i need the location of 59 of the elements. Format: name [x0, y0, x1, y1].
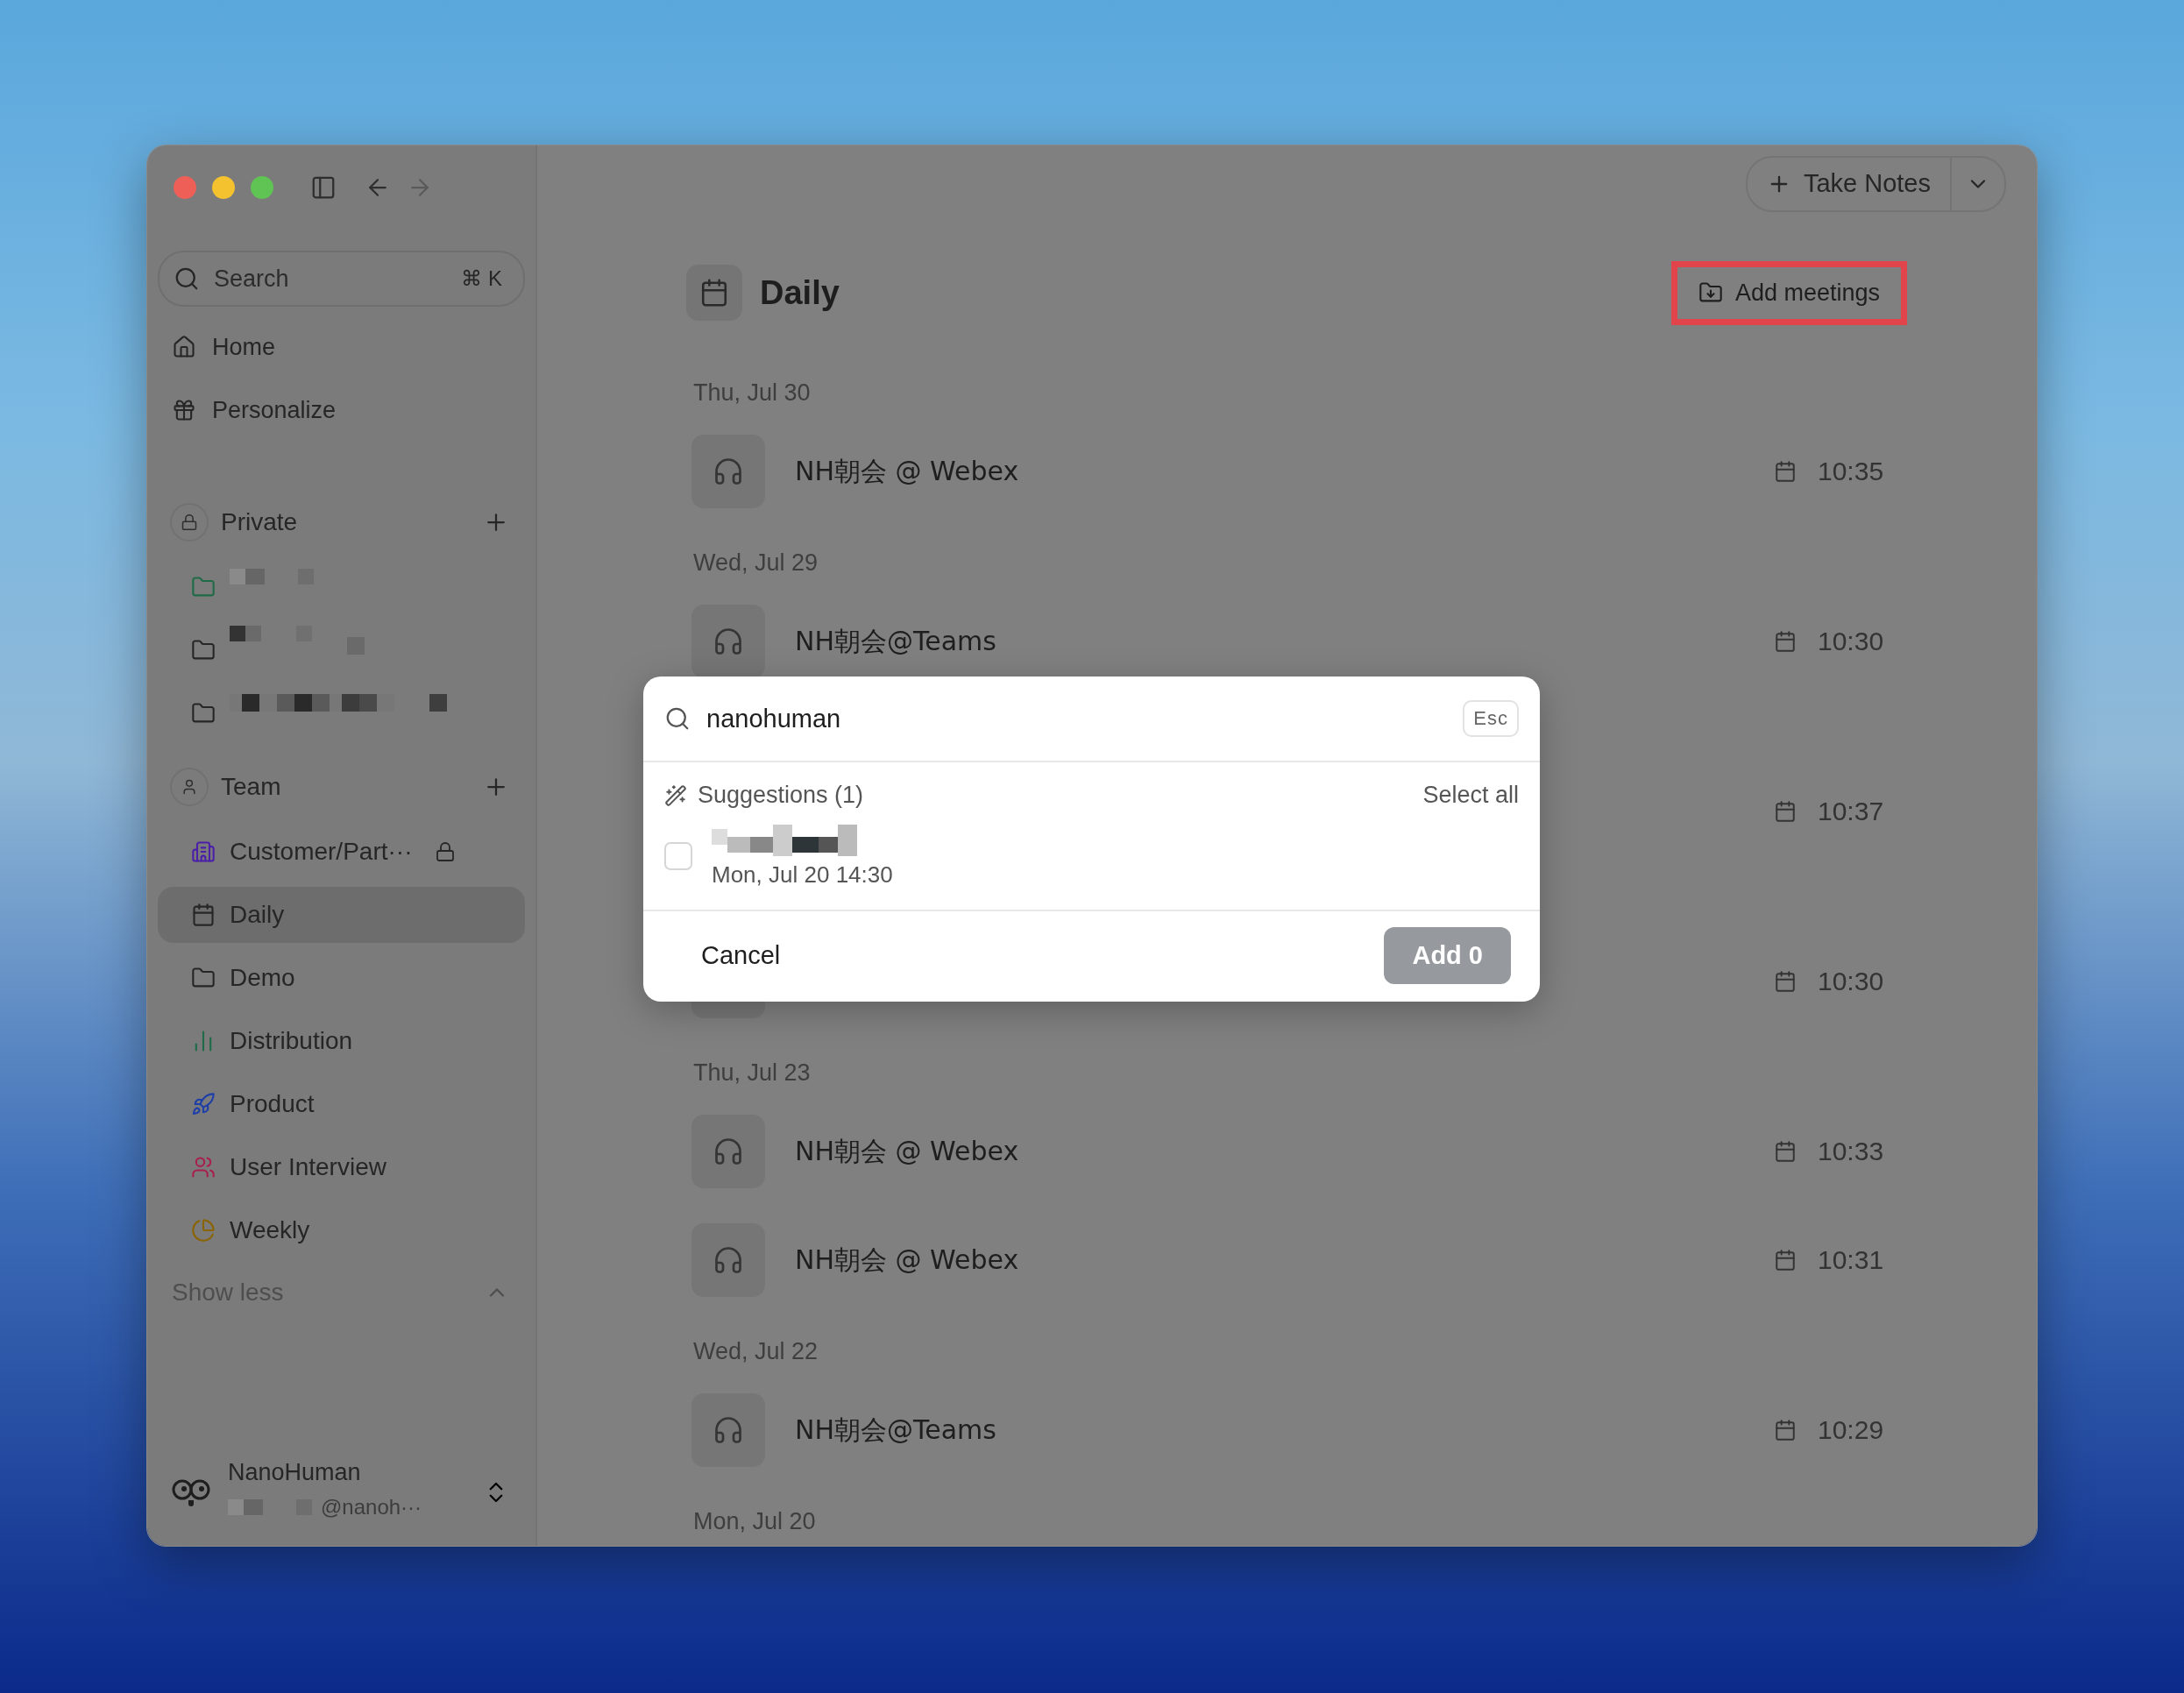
meeting-row[interactable]: NH朝会 @ Webex 10:31 — [686, 1206, 1888, 1314]
sidebar-item[interactable]: Customer/Part··· — [158, 824, 525, 880]
user-handle: @nanoh··· — [321, 1495, 422, 1519]
sidebar-item[interactable]: Distribution — [158, 1013, 525, 1069]
esc-key-hint[interactable]: Esc — [1463, 700, 1519, 737]
section-title[interactable]: Private — [221, 508, 471, 536]
calendar-icon — [1774, 800, 1797, 823]
minimize-button[interactable] — [212, 176, 235, 199]
suggestions-heading: Suggestions (1) — [698, 782, 865, 809]
calendar-icon — [1774, 1419, 1797, 1442]
date-heading: Thu, Jul 23 — [692, 1059, 812, 1087]
search-icon — [174, 266, 200, 292]
date-heading: Wed, Jul 29 — [692, 549, 819, 577]
page-title: Daily — [760, 273, 840, 312]
date-heading: Thu, Jul 30 — [692, 379, 812, 407]
gift-icon — [172, 398, 196, 422]
meeting-row[interactable]: NH朝会 @ Webex 10:35 — [686, 417, 1888, 526]
calendar-icon — [1774, 970, 1797, 993]
shortcut-hint: ⌘ K — [461, 266, 502, 291]
sidebar-item[interactable]: User Interview — [158, 1139, 525, 1195]
home-icon — [172, 335, 196, 359]
headset-icon — [713, 1414, 744, 1446]
person-icon — [181, 778, 198, 796]
calendar-icon — [1774, 1249, 1797, 1272]
magic-wand-icon — [664, 783, 687, 807]
search-field[interactable]: Search ⌘ K — [158, 251, 525, 307]
sidebar-item[interactable]: Demo — [158, 950, 525, 1006]
lock-icon — [181, 514, 198, 531]
take-notes-button[interactable]: Take Notes — [1747, 157, 1952, 210]
select-all-link[interactable]: Select all — [1422, 782, 1519, 809]
sidebar-item[interactable]: Home — [158, 315, 525, 379]
sidebar-item[interactable]: Personalize — [158, 379, 525, 442]
user-name: NanoHuman — [228, 1459, 362, 1486]
calendar-icon — [1774, 630, 1797, 653]
cancel-button[interactable]: Cancel — [701, 941, 781, 970]
meeting-row[interactable]: NH朝会@Teams 10:29 — [686, 1376, 1888, 1484]
meeting-row[interactable]: NH朝会 @ Webex 10:33 — [686, 1097, 1888, 1206]
meeting-datetime: Mon, Jul 20 14:30 — [712, 861, 893, 889]
add-meetings-button[interactable]: Add meetings — [1687, 272, 1890, 314]
sidebar-item[interactable]: Daily — [158, 887, 525, 943]
sidebar-item[interactable]: Weekly — [158, 1202, 525, 1258]
date-heading: Mon, Jul 20 — [692, 1507, 817, 1536]
account-switcher[interactable]: NanoHuman @nanoh··· — [158, 1459, 525, 1525]
headset-icon — [713, 626, 744, 657]
date-heading: Wed, Jul 22 — [692, 1337, 819, 1366]
close-button[interactable] — [174, 176, 196, 199]
calendar-icon — [1774, 1140, 1797, 1163]
zoom-button[interactable] — [251, 176, 273, 199]
sidebar-toggle-icon[interactable] — [310, 174, 337, 201]
headset-icon — [713, 456, 744, 487]
sidebar-item[interactable]: Product — [158, 1076, 525, 1132]
dialog-search-field[interactable]: nanohuman Esc — [643, 676, 1540, 762]
section-title[interactable]: Team — [221, 773, 471, 801]
search-icon — [664, 705, 691, 732]
headset-icon — [713, 1136, 744, 1167]
calendar-icon — [699, 278, 729, 308]
checkbox[interactable] — [664, 841, 692, 870]
calendar-icon — [1774, 460, 1797, 483]
headset-icon — [713, 1244, 744, 1276]
